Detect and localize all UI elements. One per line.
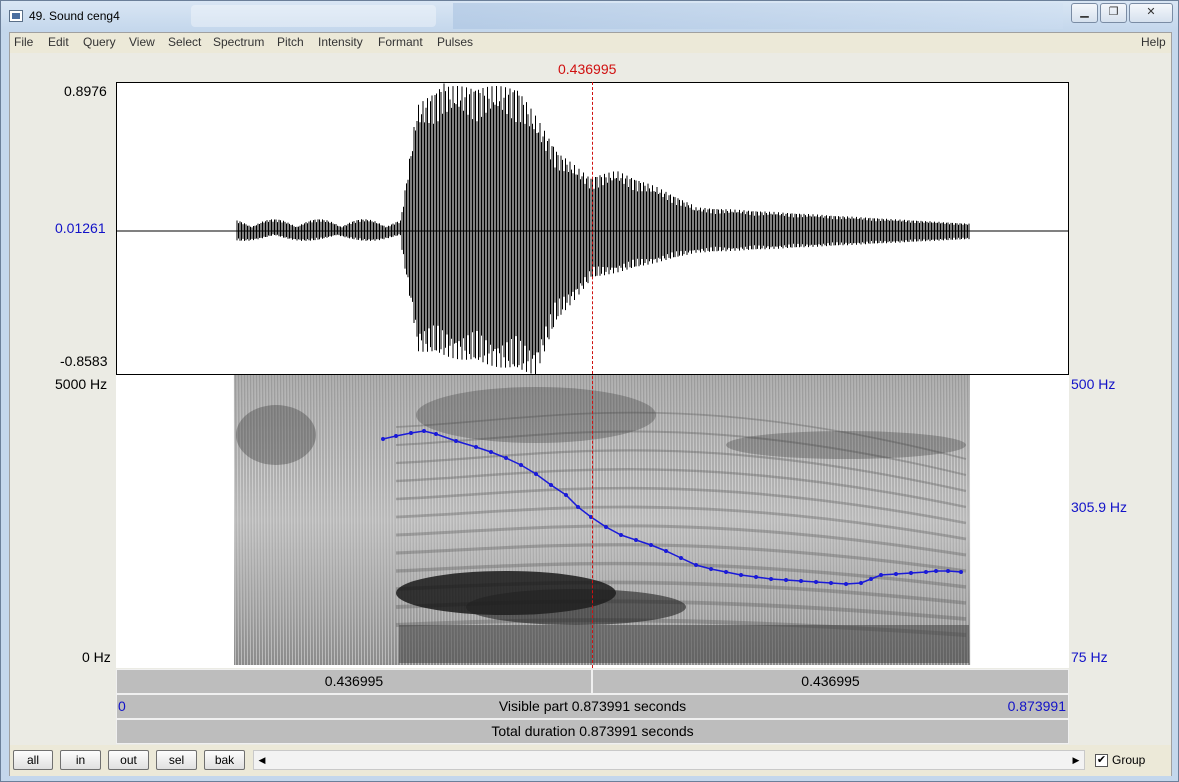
menu-formant[interactable]: Formant bbox=[378, 35, 423, 49]
pitch-point bbox=[924, 570, 928, 574]
menu-select[interactable]: Select bbox=[168, 35, 201, 49]
pitch-point bbox=[649, 543, 653, 547]
pitch-point bbox=[694, 563, 698, 567]
pitch-point bbox=[946, 569, 950, 573]
segment-right[interactable]: 0.436995 bbox=[592, 669, 1069, 694]
pitch-point bbox=[844, 582, 848, 586]
pitch-point bbox=[422, 429, 426, 433]
pitch-point bbox=[909, 571, 913, 575]
title-bar-glow bbox=[453, 3, 1063, 29]
zoom-all-button[interactable]: all bbox=[13, 750, 53, 770]
close-button[interactable]: ✕ bbox=[1129, 3, 1173, 23]
pitch-top-label: 500 Hz bbox=[1071, 376, 1116, 392]
menu-help[interactable]: Help bbox=[1141, 35, 1166, 49]
maximize-icon: ❐ bbox=[1108, 6, 1119, 18]
menu-intensity[interactable]: Intensity bbox=[318, 35, 363, 49]
pitch-point bbox=[709, 567, 713, 571]
menu-spectrum[interactable]: Spectrum bbox=[213, 35, 264, 49]
menu-pulses[interactable]: Pulses bbox=[437, 35, 473, 49]
pitch-point bbox=[489, 450, 493, 454]
pitch-point bbox=[576, 505, 580, 509]
group-label: Group bbox=[1112, 753, 1146, 767]
pitch-point bbox=[679, 556, 683, 560]
menu-pitch[interactable]: Pitch bbox=[277, 35, 304, 49]
editor-client-area: File Edit Query View Select Spectrum Pit… bbox=[9, 32, 1172, 776]
scroll-left-icon[interactable]: ◀ bbox=[254, 751, 270, 769]
spectrogram-fmin-label: 0 Hz bbox=[82, 649, 111, 665]
segment-bar: 0.436995 0.436995 bbox=[116, 669, 1069, 694]
total-duration-label[interactable]: Total duration 0.873991 seconds bbox=[116, 719, 1069, 744]
pitch-point bbox=[959, 570, 963, 574]
pitch-point bbox=[934, 569, 938, 573]
pitch-point bbox=[474, 445, 478, 449]
pitch-point bbox=[504, 456, 508, 460]
pitch-point bbox=[634, 538, 638, 542]
title-bar-glow bbox=[191, 5, 436, 27]
menu-file[interactable]: File bbox=[14, 35, 33, 49]
spectrogram-fmax-label: 5000 Hz bbox=[55, 376, 108, 392]
total-duration-bar[interactable]: Total duration 0.873991 seconds bbox=[116, 719, 1069, 744]
zoom-selection-button[interactable]: sel bbox=[156, 750, 197, 770]
pitch-point bbox=[829, 581, 833, 585]
menu-view[interactable]: View bbox=[129, 35, 155, 49]
menu-edit[interactable]: Edit bbox=[48, 35, 69, 49]
pitch-point bbox=[564, 493, 568, 497]
pitch-point bbox=[619, 533, 623, 537]
cursor-line bbox=[592, 82, 593, 668]
pitch-point bbox=[549, 483, 553, 487]
title-bar[interactable]: 49. Sound ceng4 ▁ ❐ ✕ bbox=[1, 1, 1178, 32]
pitch-point bbox=[519, 463, 523, 467]
window-title: 49. Sound ceng4 bbox=[29, 9, 120, 23]
pitch-point bbox=[799, 579, 803, 583]
waveform-zero-label: 0.01261 bbox=[55, 220, 106, 236]
time-scrollbar[interactable]: ◀ ▶ bbox=[253, 750, 1085, 770]
pitch-point bbox=[381, 437, 385, 441]
pitch-point bbox=[879, 573, 883, 577]
visible-part-label: Visible part 0.873991 seconds bbox=[498, 698, 687, 714]
close-icon: ✕ bbox=[1146, 6, 1156, 18]
praat-sound-window: 49. Sound ceng4 ▁ ❐ ✕ File Edit Query Vi… bbox=[0, 0, 1179, 782]
zoom-out-button[interactable]: out bbox=[108, 750, 149, 770]
minimize-icon: ▁ bbox=[1080, 6, 1089, 18]
pitch-mid-label: 305.9 Hz bbox=[1071, 499, 1128, 515]
pitch-point bbox=[869, 577, 873, 581]
pitch-point bbox=[394, 434, 398, 438]
pitch-point bbox=[739, 573, 743, 577]
scroll-right-icon[interactable]: ▶ bbox=[1068, 751, 1084, 769]
pitch-point bbox=[754, 575, 758, 579]
pitch-point bbox=[784, 578, 788, 582]
editor-canvas[interactable]: 0.436995 0.8976 0.01261 -0.8583 5000 Hz … bbox=[10, 53, 1171, 745]
zoom-in-button[interactable]: in bbox=[60, 750, 101, 770]
segment-left[interactable]: 0.436995 bbox=[116, 669, 592, 694]
pitch-point bbox=[894, 572, 898, 576]
waveform-ymax-label: 0.8976 bbox=[64, 83, 107, 99]
visible-part-cell[interactable]: Visible part 0.873991 seconds bbox=[116, 694, 1069, 719]
pitch-point bbox=[769, 577, 773, 581]
pitch-point bbox=[454, 439, 458, 443]
bottom-toolbar: all in out sel bak ◀ ▶ ✔ Group bbox=[10, 746, 1171, 776]
group-checkbox[interactable]: ✔ bbox=[1095, 754, 1108, 767]
pitch-bottom-label: 75 Hz bbox=[1071, 649, 1108, 665]
zoom-back-button[interactable]: bak bbox=[204, 750, 245, 770]
waveform-ymin-label: -0.8583 bbox=[60, 353, 108, 369]
menu-query[interactable]: Query bbox=[83, 35, 116, 49]
pitch-point bbox=[434, 432, 438, 436]
menu-bar: File Edit Query View Select Spectrum Pit… bbox=[10, 33, 1171, 52]
pitch-point bbox=[664, 549, 668, 553]
maximize-button[interactable]: ❐ bbox=[1100, 3, 1127, 23]
cursor-time-label: 0.436995 bbox=[558, 61, 617, 77]
pitch-point bbox=[409, 431, 413, 435]
app-icon bbox=[9, 10, 23, 22]
pitch-point bbox=[814, 580, 818, 584]
minimize-button[interactable]: ▁ bbox=[1071, 3, 1098, 23]
pitch-point bbox=[534, 472, 538, 476]
visible-end-label: 0.873991 bbox=[1007, 698, 1066, 714]
visible-part-bar[interactable]: Visible part 0.873991 seconds 0 0.873991 bbox=[116, 694, 1069, 719]
pitch-point bbox=[604, 525, 608, 529]
pitch-point bbox=[724, 570, 728, 574]
pitch-point bbox=[859, 581, 863, 585]
visible-start-label: 0 bbox=[118, 698, 126, 714]
